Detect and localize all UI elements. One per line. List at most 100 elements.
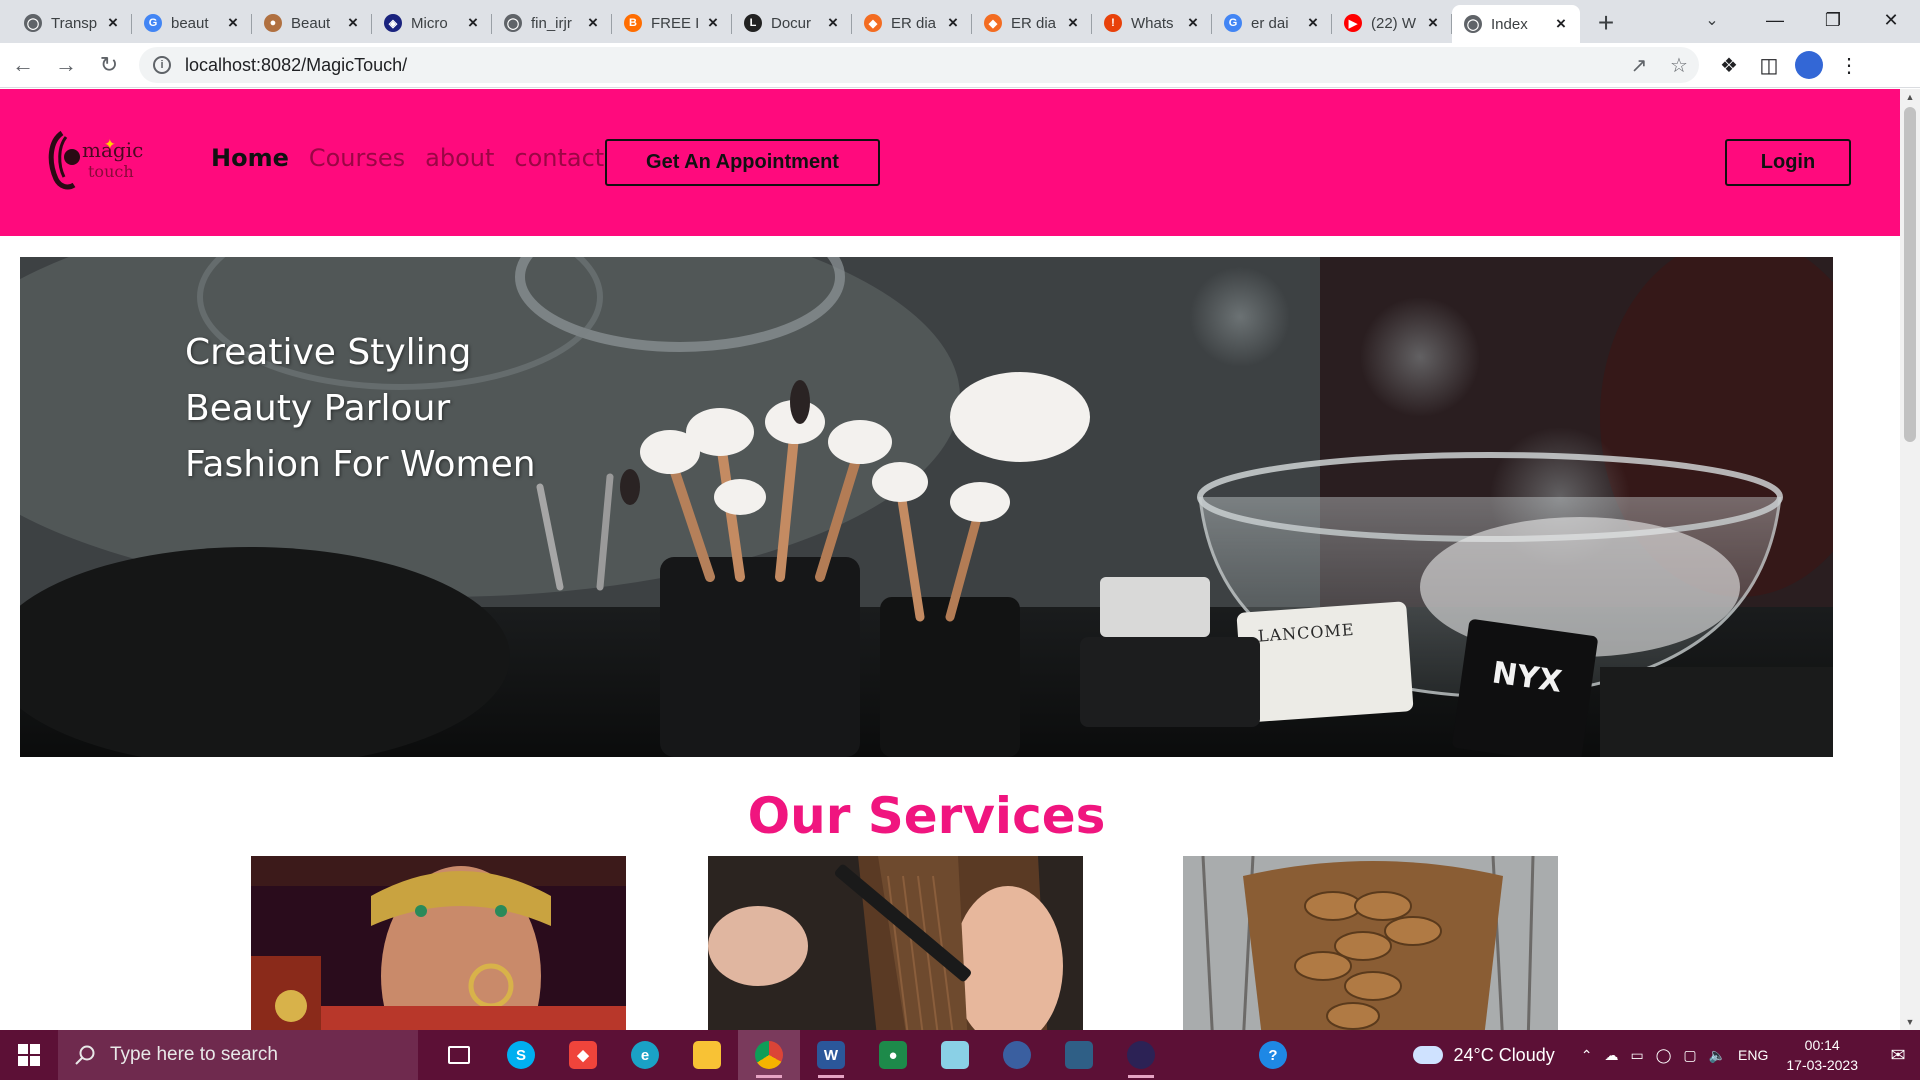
login-button[interactable]: Login (1725, 139, 1851, 186)
network-cloud-icon[interactable]: ☁ (1604, 1047, 1618, 1064)
word-icon: W (817, 1041, 845, 1069)
back-button[interactable]: ← (3, 45, 43, 85)
start-button[interactable] (0, 1030, 58, 1080)
windows-taskbar: Type here to search S ◆ e W ● ? 24°C Clo… (0, 1030, 1920, 1080)
skype-icon: S (507, 1041, 535, 1069)
taskbar-notepad[interactable] (924, 1030, 986, 1080)
taskbar-mysql[interactable] (1048, 1030, 1110, 1080)
taskbar-search-box[interactable]: Type here to search (58, 1030, 418, 1080)
nav-home[interactable]: Home (211, 144, 289, 172)
alert-icon: ! (1104, 14, 1122, 32)
extensions-icon[interactable]: ❖ (1709, 53, 1749, 78)
taskbar-help[interactable]: ? (1242, 1030, 1304, 1080)
service-image-hair-braiding[interactable] (1183, 856, 1558, 1030)
taskbar-chrome[interactable] (738, 1030, 800, 1080)
close-window-button[interactable]: ✕ (1862, 0, 1920, 40)
main-nav: Home Courses about contact (211, 144, 604, 172)
hero-banner: LANCOME NYX Creative Styling Beauty Parl… (20, 257, 1833, 757)
taskbar-edge[interactable]: e (614, 1030, 676, 1080)
tab-close-icon[interactable]: × (824, 13, 842, 33)
tab-title: FREE I (651, 14, 700, 32)
taskbar-file-explorer[interactable] (676, 1030, 738, 1080)
youtube-icon: ▶ (1344, 14, 1362, 32)
tab-close-icon[interactable]: × (344, 13, 362, 33)
taskbar-anydesk[interactable]: ◆ (552, 1030, 614, 1080)
browser-tab[interactable]: ▶ (22) W × (1332, 5, 1452, 41)
profile-avatar[interactable] (1795, 51, 1823, 79)
share-icon[interactable]: ↗ (1619, 53, 1659, 78)
taskbar-word[interactable]: W (800, 1030, 862, 1080)
browser-tab[interactable]: ◯ Transp × (12, 5, 132, 41)
bookmark-star-icon[interactable]: ☆ (1659, 53, 1699, 78)
tab-close-icon[interactable]: × (1424, 13, 1442, 33)
input-language[interactable]: ENG (1738, 1047, 1768, 1063)
volume-icon[interactable]: 🔈 (1709, 1047, 1726, 1064)
google-icon: G (1224, 14, 1242, 32)
display-icon[interactable]: ▢ (1683, 1047, 1696, 1064)
browser-tab[interactable]: L Docur × (732, 5, 852, 41)
address-bar[interactable]: i localhost:8082/MagicTouch/ ↗ ☆ (139, 47, 1699, 83)
page-scrollbar[interactable]: ▲ ▼ (1900, 89, 1920, 1030)
clock-date: 17-03-2023 (1786, 1057, 1858, 1073)
tab-close-icon[interactable]: × (1552, 14, 1570, 34)
tab-search-chevron-icon[interactable]: ⌄ (1692, 0, 1732, 40)
show-hidden-icons-chevron[interactable]: ⌃ (1581, 1047, 1593, 1064)
weather-widget[interactable]: 24°C Cloudy (1413, 1045, 1555, 1066)
site-info-icon[interactable]: i (153, 56, 171, 74)
tab-title: beaut (171, 14, 209, 32)
browser-tab[interactable]: ! Whats × (1092, 5, 1212, 41)
tab-close-icon[interactable]: × (1064, 13, 1082, 33)
nav-about[interactable]: about (425, 144, 494, 172)
scrollbar-thumb[interactable] (1904, 107, 1916, 442)
blogger-icon: B (624, 14, 642, 32)
address-url[interactable]: localhost:8082/MagicTouch/ (185, 55, 1619, 76)
restore-button[interactable]: ❐ (1804, 0, 1862, 40)
tab-close-icon[interactable]: × (584, 13, 602, 33)
browser-tab[interactable]: ● Beaut × (252, 5, 372, 41)
taskbar-eclipse[interactable] (1110, 1030, 1172, 1080)
lucid-icon: ◆ (864, 14, 882, 32)
nav-courses[interactable]: Courses (309, 144, 405, 172)
tab-active[interactable]: ◯ Index × (1452, 5, 1580, 43)
reload-button[interactable]: ↻ (89, 45, 129, 85)
taskbar-camo[interactable]: ● (862, 1030, 924, 1080)
taskbar-skype[interactable]: S (490, 1030, 552, 1080)
service-image-bridal-makeup[interactable] (251, 856, 626, 1030)
tab-close-icon[interactable]: × (944, 13, 962, 33)
tab-close-icon[interactable]: × (464, 13, 482, 33)
globe-icon[interactable]: ◯ (1656, 1047, 1672, 1064)
browser-tab[interactable]: Gbeaut × (132, 5, 252, 41)
tab-close-icon[interactable]: × (224, 13, 242, 33)
get-appointment-button[interactable]: Get An Appointment (605, 139, 880, 186)
tab-close-icon[interactable]: × (1304, 13, 1322, 33)
browser-tab[interactable]: ◯ fin_irjr × (492, 5, 612, 41)
tab-close-icon[interactable]: × (704, 13, 722, 33)
side-panel-icon[interactable]: ◫ (1749, 53, 1789, 78)
clock[interactable]: 00:14 17-03-2023 (1786, 1035, 1858, 1075)
nav-contact[interactable]: contact (514, 144, 604, 172)
minimize-button[interactable]: — (1746, 0, 1804, 40)
browser-tab[interactable]: Ger dai × (1212, 5, 1332, 41)
scroll-down-arrow-icon[interactable]: ▼ (1900, 1014, 1920, 1030)
globe-icon: ◯ (24, 14, 42, 32)
tab-close-icon[interactable]: × (104, 13, 122, 33)
new-tab-button[interactable]: + (1586, 5, 1626, 41)
browser-tab[interactable]: ◆ ER dia × (972, 5, 1092, 41)
search-icon (75, 1045, 95, 1065)
window-controls: — ❐ ✕ (1746, 0, 1920, 43)
menu-kebab-icon[interactable]: ⋮ (1829, 53, 1869, 78)
forward-button[interactable]: → (46, 45, 86, 85)
scroll-up-arrow-icon[interactable]: ▲ (1900, 89, 1920, 105)
tab-close-icon[interactable]: × (1184, 13, 1202, 33)
task-view-button[interactable] (428, 1030, 490, 1080)
taskbar-netbeans[interactable] (986, 1030, 1048, 1080)
browser-tab[interactable]: B FREE I × (612, 5, 732, 41)
browser-tab[interactable]: ◈ Micro × (372, 5, 492, 41)
battery-icon[interactable]: ▭ (1630, 1047, 1643, 1064)
magic-touch-logo[interactable]: magic touch ✦ (48, 127, 144, 193)
browser-tab[interactable]: ◆ ER dia × (852, 5, 972, 41)
hero-line-1: Creative Styling (185, 332, 472, 373)
notifications-icon[interactable]: ✉ (1876, 1045, 1920, 1066)
shield-favicon: ◈ (384, 14, 402, 32)
service-image-haircut[interactable] (708, 856, 1083, 1030)
